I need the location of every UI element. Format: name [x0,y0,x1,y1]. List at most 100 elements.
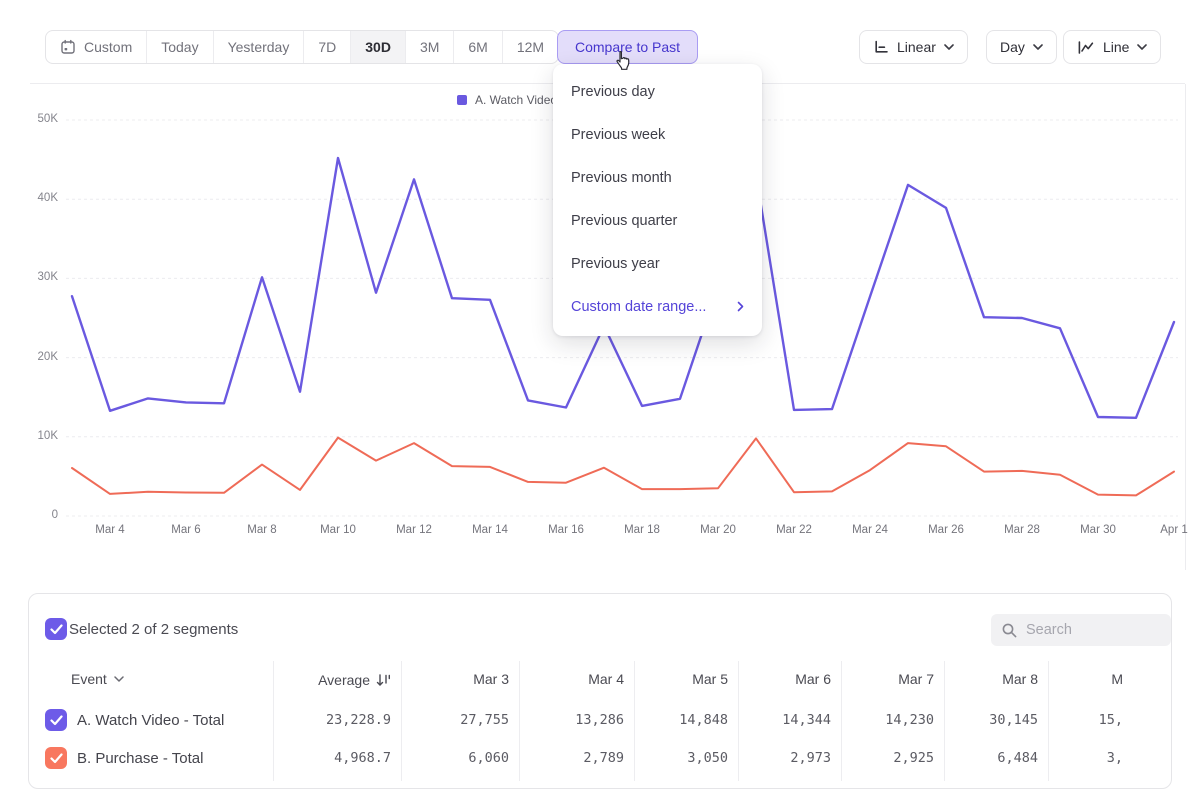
event-header-label: Event [71,671,107,687]
cell-value: 14,230 [824,712,934,730]
search-box[interactable] [991,614,1171,646]
sort-descending-icon [376,674,391,687]
cell-value: 14,344 [721,712,831,730]
cell-value: 15, [1013,712,1123,730]
linear-scale-icon [873,39,889,55]
segments-table-card: Selected 2 of 2 segments Event Average [28,593,1172,789]
y-tick-10K: 10K [14,430,58,442]
scale-dropdown-button[interactable]: Linear [859,30,968,64]
chart-type-label: Line [1103,39,1129,55]
x-tick-mar-4: Mar 4 [80,524,140,536]
cell-value: 2,925 [824,750,934,768]
date-range-30d[interactable]: 30D [351,31,406,63]
column-header-mar-5[interactable]: Mar 5 [618,671,728,689]
menu-item-label: Previous year [571,256,660,272]
calendar-icon [60,39,76,55]
menu-item-label: Previous quarter [571,213,677,229]
y-tick-20K: 20K [14,351,58,363]
x-tick-mar-6: Mar 6 [156,524,216,536]
x-tick-mar-28: Mar 28 [992,524,1052,536]
row-label: A. Watch Video - Total [77,712,224,730]
date-range-label: Today [161,39,198,55]
insights-report-page: 010K20K30K40K50K Mar 4Mar 6Mar 8Mar 10Ma… [0,0,1200,802]
date-range-3m[interactable]: 3M [406,31,454,63]
cell-value: 2,789 [514,750,624,768]
row-label: B. Purchase - Total [77,750,203,768]
column-header-mar-3[interactable]: Mar 3 [399,671,509,689]
menu-item-previous-month[interactable]: Previous month [553,156,762,199]
date-range-12m[interactable]: 12M [503,31,558,63]
check-icon [50,715,63,726]
date-range-custom[interactable]: Custom [46,31,147,63]
chevron-down-icon [114,676,124,682]
compare-to-past-menu: Previous day Previous week Previous month P… [553,64,762,336]
date-range-label: 12M [517,39,544,55]
x-tick-mar-10: Mar 10 [308,524,368,536]
x-tick-mar-16: Mar 16 [536,524,596,536]
column-header-mar-6[interactable]: Mar 6 [721,671,831,689]
menu-item-label: Previous week [571,127,665,143]
column-header-mar-4[interactable]: Mar 4 [514,671,624,689]
date-range-label: 6M [468,39,487,55]
chevron-down-icon [944,44,954,50]
x-tick-mar-26: Mar 26 [916,524,976,536]
granularity-dropdown-button[interactable]: Day [986,30,1057,64]
cell-value: 14,848 [618,712,728,730]
search-icon [1001,622,1018,639]
cell-value: 2,973 [721,750,831,768]
menu-item-custom-date-range[interactable]: Custom date range... [553,285,762,328]
x-tick-mar-24: Mar 24 [840,524,900,536]
cell-value: 3,050 [618,750,728,768]
menu-item-previous-week[interactable]: Previous week [553,113,762,156]
event-column-header[interactable]: Event [71,671,124,687]
date-range-label: Yesterday [228,39,290,55]
average-value: 23,228.9 [261,712,391,730]
average-column-header[interactable]: Average [251,671,391,689]
legend-swatch [457,95,467,105]
x-tick-mar-30: Mar 30 [1068,524,1128,536]
menu-item-previous-year[interactable]: Previous year [553,242,762,285]
average-header-label: Average [318,672,370,688]
x-tick-mar-22: Mar 22 [764,524,824,536]
search-input[interactable] [1026,622,1156,638]
x-tick-mar-12: Mar 12 [384,524,444,536]
line-chart-icon [1077,40,1095,55]
date-range-label: 7D [318,39,336,55]
cell-value: 6,060 [399,750,509,768]
x-tick-mar-20: Mar 20 [688,524,748,536]
y-tick-30K: 30K [14,271,58,283]
menu-item-previous-quarter[interactable]: Previous quarter [553,199,762,242]
menu-item-label: Previous day [571,84,655,100]
y-tick-0: 0 [14,509,58,521]
series-line-b-purchase-total[interactable] [72,438,1174,496]
menu-item-previous-day[interactable]: Previous day [553,70,762,113]
date-range-7d[interactable]: 7D [304,31,351,63]
chevron-down-icon [1033,44,1043,50]
granularity-label: Day [1000,39,1025,55]
check-icon [50,624,63,635]
selected-segments-label: Selected 2 of 2 segments [69,621,238,638]
cell-value: 27,755 [399,712,509,730]
scale-label: Linear [897,39,936,55]
date-range-segmented-control: Custom Today Yesterday 7D 30D 3M 6M 12M [45,30,559,64]
cell-value: 13,286 [514,712,624,730]
column-header-mar-7[interactable]: Mar 7 [824,671,934,689]
segments-table: Event Average Mar 3 Mar 4Mar 5Mar 6Mar 7 M… [29,649,1123,789]
select-all-checkbox[interactable] [45,618,67,640]
chevron-right-icon [737,301,744,312]
average-value: 4,968.7 [261,750,391,768]
chevron-down-icon [1137,44,1147,50]
chart-type-dropdown-button[interactable]: Line [1063,30,1161,64]
row-checkbox-watch-video[interactable] [45,709,67,731]
date-range-label: 30D [365,39,391,55]
menu-item-label: Previous month [571,170,672,186]
date-range-6m[interactable]: 6M [454,31,502,63]
date-range-yesterday[interactable]: Yesterday [214,31,305,63]
y-tick-50K: 50K [14,113,58,125]
column-header-m[interactable]: M [1013,671,1123,689]
check-icon [50,753,63,764]
x-tick-mar-14: Mar 14 [460,524,520,536]
date-range-label: 3M [420,39,439,55]
row-checkbox-purchase[interactable] [45,747,67,769]
date-range-today[interactable]: Today [147,31,213,63]
